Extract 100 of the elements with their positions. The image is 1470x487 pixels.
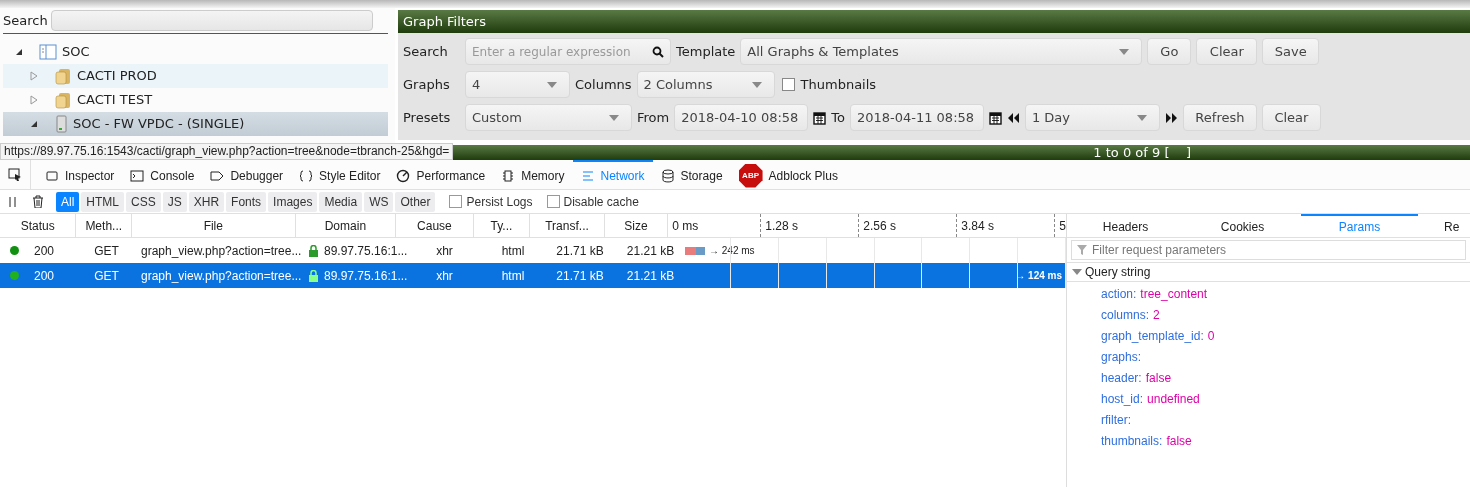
filter-label: Columns: [575, 75, 632, 94]
filter-label: From: [637, 108, 670, 127]
column-header[interactable]: Ty...: [473, 214, 531, 237]
filter-button[interactable]: Clear: [1261, 104, 1321, 131]
search-field[interactable]: Enter a regular expression: [465, 38, 671, 65]
column-header[interactable]: Cause: [396, 214, 474, 237]
status-url: https://89.97.75.16:1543/cacti/graph_view.php?action=tree&node=tbranch-25&hgd=: [0, 143, 454, 160]
type-filter-button[interactable]: WS: [364, 191, 394, 212]
calendar-icon[interactable]: [813, 110, 827, 125]
fast-forward-icon[interactable]: [1164, 111, 1178, 124]
filter-button[interactable]: Clear: [1196, 38, 1258, 65]
element-picker-icon[interactable]: [8, 167, 22, 182]
select-dropdown[interactable]: Custom: [465, 104, 632, 131]
select-dropdown[interactable]: All Graphs & Templates: [740, 38, 1143, 65]
devtools-tab[interactable]: ABP Adblock Plus: [730, 160, 846, 189]
trash-icon: [32, 195, 44, 208]
folder-icon: [54, 91, 72, 109]
chip-icon: [501, 168, 516, 183]
caret-icon: [547, 81, 557, 88]
type-filter-button[interactable]: All: [56, 191, 80, 212]
timeline-tick-label: 0 ms: [672, 217, 699, 235]
caret-icon: [751, 81, 762, 88]
folder-icon: [54, 67, 72, 85]
table-cell-text: 21.71 kB: [556, 267, 604, 285]
option-checkbox[interactable]: Persist Logs: [449, 192, 533, 211]
param-name: thumbnails:: [1101, 432, 1163, 450]
database-icon: [660, 168, 675, 183]
filter-field[interactable]: Filter request parameters: [1071, 240, 1466, 260]
devtools-tab[interactable]: Performance: [388, 160, 494, 189]
select-dropdown[interactable]: 4: [465, 71, 570, 98]
column-header[interactable]: Size: [604, 214, 669, 237]
search-field[interactable]: [50, 10, 373, 31]
inspector-icon: [45, 168, 59, 183]
table-cell-text: 89.97.75.16:1...: [324, 242, 408, 260]
devtools-tab[interactable]: Memory: [493, 160, 573, 189]
details-tab[interactable]: Cookies: [1184, 214, 1301, 237]
table-cell-text: xhr: [436, 267, 453, 285]
column-header[interactable]: Transf...: [530, 214, 605, 237]
select-dropdown[interactable]: 2 Columns: [636, 71, 775, 98]
details-tab[interactable]: Headers: [1067, 214, 1184, 237]
filter-button[interactable]: Go: [1147, 38, 1192, 65]
type-filter-button[interactable]: XHR: [188, 191, 225, 212]
devtools-tab[interactable]: Inspector: [37, 160, 123, 189]
type-filter-button[interactable]: Other: [395, 191, 436, 212]
braces-icon: [299, 168, 314, 183]
param-value: 2: [1153, 306, 1160, 324]
type-filter-button[interactable]: HTML: [81, 191, 124, 212]
rewind-icon[interactable]: [1006, 111, 1020, 124]
tree-item[interactable]: SOC: [62, 42, 90, 62]
select-dropdown[interactable]: 1 Day: [1024, 104, 1160, 131]
table-cell-text: 21.21 kB: [626, 242, 675, 260]
type-filter-button[interactable]: CSS: [126, 191, 161, 212]
option-checkbox[interactable]: Disable cache: [546, 192, 639, 211]
caret-icon: [1119, 48, 1130, 55]
table-cell-text: graph_view.php?action=tree...: [141, 242, 302, 260]
filter-label: Search: [403, 42, 449, 61]
type-filter-button[interactable]: Fonts: [226, 191, 267, 212]
tree-item[interactable]: CACTI PROD: [77, 66, 157, 86]
column-header[interactable]: Status: [0, 214, 77, 237]
column-header[interactable]: File: [132, 214, 296, 237]
filter-button[interactable]: Refresh: [1182, 104, 1257, 131]
column-header[interactable]: Domain: [295, 214, 397, 237]
stop-sign-icon: ABP: [738, 163, 763, 188]
tree-item[interactable]: CACTI TEST: [77, 90, 153, 110]
thumbnails-checkbox[interactable]: Thumbnails: [781, 74, 877, 95]
devtools-tab[interactable]: Storage: [652, 160, 731, 189]
gauge-icon: [396, 168, 411, 183]
column-header[interactable]: Meth...: [76, 214, 133, 237]
param-value: false: [1145, 369, 1172, 387]
type-filter-button[interactable]: Images: [268, 191, 318, 212]
param-name: graphs:: [1101, 348, 1142, 366]
table-cell-text: GET: [94, 267, 119, 285]
search-label: Search: [3, 11, 48, 30]
details-tab[interactable]: Re: [1418, 214, 1462, 237]
caret-icon: [1136, 114, 1147, 121]
timeline-tick-label: 1.28 s: [765, 217, 799, 235]
type-filter-button[interactable]: JS: [162, 191, 187, 212]
date-field[interactable]: 2018-04-11 08:58: [849, 104, 984, 131]
param-value: tree_content: [1140, 285, 1208, 303]
caret-icon: [609, 114, 619, 121]
table-cell-text: xhr: [436, 242, 453, 260]
devtools-tab[interactable]: Console: [122, 160, 203, 189]
filter-button[interactable]: Save: [1262, 38, 1320, 65]
devtools-tab[interactable]: Debugger: [202, 160, 292, 189]
date-field[interactable]: 2018-04-10 08:58: [674, 104, 809, 131]
param-name: rfilter:: [1101, 411, 1131, 429]
table-cell-text: 21.71 kB: [556, 242, 604, 260]
param-value: false: [1166, 432, 1192, 450]
table-cell-text: html: [501, 267, 525, 285]
timeline-tick-label: 5: [1059, 217, 1066, 235]
param-name: graph_template_id:: [1101, 327, 1204, 345]
table-cell-text: GET: [94, 242, 119, 260]
calendar-icon[interactable]: [988, 110, 1002, 125]
filter-label: Template: [676, 42, 736, 61]
devtools-tab[interactable]: Style Editor: [291, 160, 389, 189]
type-filter-button[interactable]: Media: [319, 191, 363, 212]
devtools-tab[interactable]: Network: [572, 160, 653, 189]
param-name: header:: [1101, 369, 1142, 387]
section-header[interactable]: Query string: [1067, 262, 1470, 282]
details-tab[interactable]: Params: [1301, 214, 1418, 237]
